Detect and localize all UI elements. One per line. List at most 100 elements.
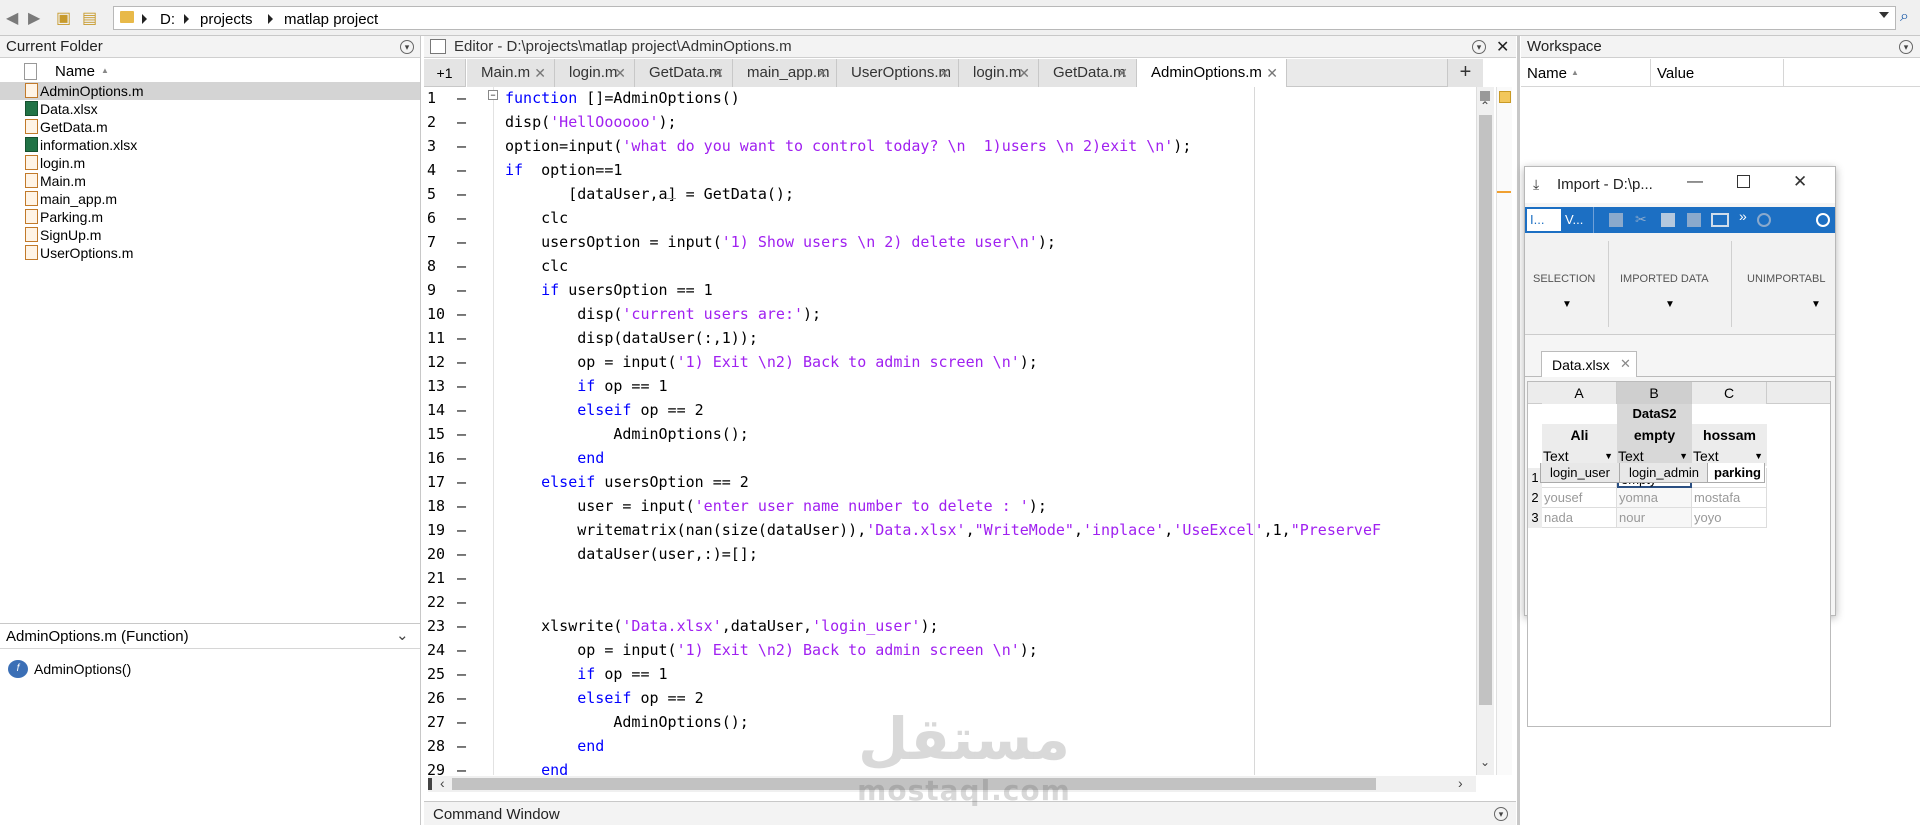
sheet-tab[interactable]: login_user bbox=[1540, 463, 1620, 483]
workspace-value-column[interactable]: Value bbox=[1657, 65, 1694, 82]
code-line[interactable]: 3 – option=input('what do you want to cont… bbox=[427, 134, 1477, 158]
breakpoint-dash[interactable]: – bbox=[457, 110, 466, 134]
breakpoint-dash[interactable]: – bbox=[457, 350, 466, 374]
code-line[interactable]: 15– AdminOptions(); bbox=[427, 422, 1477, 446]
code-line[interactable]: 2 – disp('HellOooooo'); bbox=[427, 110, 1477, 134]
breakpoint-dash[interactable]: – bbox=[457, 206, 466, 230]
code-line[interactable]: 9 – if usersOption == 1 bbox=[427, 278, 1477, 302]
scrollbar-thumb[interactable] bbox=[1479, 115, 1492, 705]
breakpoint-dash[interactable]: – bbox=[457, 134, 466, 158]
breakpoint-dash[interactable]: – bbox=[457, 662, 466, 686]
breakpoint-dash[interactable]: – bbox=[457, 566, 466, 590]
close-icon[interactable]: ✕ bbox=[1116, 59, 1128, 87]
path-field[interactable]: D: projects matlap project bbox=[113, 6, 1896, 30]
breakpoint-dash[interactable]: – bbox=[457, 518, 466, 542]
scroll-up-icon[interactable]: ⌃ bbox=[1480, 99, 1490, 113]
scroll-left-icon[interactable]: ‹ bbox=[440, 775, 445, 791]
grid-cell[interactable]: yomna bbox=[1617, 488, 1692, 508]
editor-horizontal-scrollbar[interactable]: ‹ › bbox=[428, 775, 1476, 792]
view-tab[interactable]: V... bbox=[1565, 212, 1583, 227]
name-column-header[interactable]: Name bbox=[55, 63, 95, 80]
code-line[interactable]: 23– xlswrite('Data.xlsx',dataUser,'login… bbox=[427, 614, 1477, 638]
grid-cell[interactable]: nour bbox=[1617, 508, 1692, 528]
close-icon[interactable]: ✕ bbox=[712, 59, 724, 87]
code-line[interactable]: 14– elseif op == 2 bbox=[427, 398, 1477, 422]
workspace-actions-icon[interactable]: ▾ bbox=[1899, 40, 1913, 54]
path-dropdown-icon[interactable] bbox=[1879, 12, 1889, 18]
breakpoint-dash[interactable]: – bbox=[457, 710, 466, 734]
editor-tab[interactable]: AdminOptions.m ✕ bbox=[1137, 59, 1287, 88]
breakpoint-dash[interactable]: – bbox=[457, 542, 466, 566]
code-line[interactable]: 19– writematrix(nan(size(dataUser)),'Dat… bbox=[427, 518, 1477, 542]
file-list-item[interactable]: UserOptions.m bbox=[0, 244, 420, 262]
code-line[interactable]: 12– op = input('1) Exit \n2) Back to adm… bbox=[427, 350, 1477, 374]
unimportable-expand-icon[interactable]: ▼ bbox=[1811, 299, 1821, 310]
editor-vertical-scrollbar[interactable]: ⌃ ⌄ bbox=[1476, 87, 1494, 775]
code-line[interactable]: 18– user = input('enter user name number… bbox=[427, 494, 1477, 518]
add-tab-button[interactable]: + bbox=[1447, 59, 1483, 87]
code-line[interactable]: 10– disp('current users are:'); bbox=[427, 302, 1477, 326]
file-list-item[interactable]: GetData.m bbox=[0, 118, 420, 136]
save-icon[interactable] bbox=[1609, 213, 1623, 227]
tabs-overflow-button[interactable]: +1 bbox=[424, 59, 466, 87]
code-line[interactable]: 17– elseif usersOption == 2 bbox=[427, 470, 1477, 494]
file-list-item[interactable]: information.xlsx bbox=[0, 136, 420, 154]
code-line[interactable]: 7 – usersOption = input('1) Show users \n… bbox=[427, 230, 1477, 254]
function-name[interactable]: AdminOptions() bbox=[34, 661, 131, 677]
panel-actions-icon[interactable]: ▾ bbox=[400, 40, 414, 54]
file-list-item[interactable]: Data.xlsx bbox=[0, 100, 420, 118]
cut-icon[interactable]: ✂ bbox=[1635, 211, 1647, 228]
column-header-c[interactable]: C bbox=[1692, 382, 1767, 404]
grid-cell[interactable]: nada bbox=[1542, 508, 1617, 528]
close-icon[interactable]: ✕ bbox=[1620, 356, 1631, 372]
breakpoint-dash[interactable]: – bbox=[457, 182, 466, 206]
close-icon[interactable]: ✕ bbox=[1793, 172, 1807, 192]
breakpoint-dash[interactable]: – bbox=[457, 86, 466, 110]
breakpoint-dash[interactable]: – bbox=[457, 422, 466, 446]
editor-tab[interactable]: main_app.m ✕ bbox=[733, 59, 837, 87]
horizontal-scrollbar-thumb[interactable] bbox=[452, 778, 1376, 790]
breakpoint-dash[interactable]: – bbox=[457, 590, 466, 614]
close-icon[interactable]: ✕ bbox=[816, 59, 828, 87]
file-tab-data-xlsx[interactable]: Data.xlsx ✕ bbox=[1541, 351, 1637, 377]
chevron-down-icon[interactable]: ⌄ bbox=[396, 626, 409, 644]
close-icon[interactable]: ✕ bbox=[534, 59, 546, 87]
breakpoint-dash[interactable]: – bbox=[457, 230, 466, 254]
sheet-tab[interactable]: login_admin bbox=[1619, 463, 1709, 483]
code-line[interactable]: 20– dataUser(user,:)=[]; bbox=[427, 542, 1477, 566]
file-list-item[interactable]: SignUp.m bbox=[0, 226, 420, 244]
code-line[interactable]: 24– op = input('1) Exit \n2) Back to adm… bbox=[427, 638, 1477, 662]
file-list-item[interactable]: login.m bbox=[0, 154, 420, 172]
code-line[interactable]: 4 – if option==1 bbox=[427, 158, 1477, 182]
print-icon[interactable] bbox=[1711, 213, 1729, 227]
breakpoint-dash[interactable]: – bbox=[457, 638, 466, 662]
panel-splitter[interactable] bbox=[1517, 36, 1520, 825]
breakpoint-dash[interactable]: – bbox=[457, 614, 466, 638]
editor-tab[interactable]: GetData.m ✕ bbox=[635, 59, 733, 87]
file-list-item[interactable]: AdminOptions.m bbox=[0, 82, 420, 100]
code-line[interactable]: 25– if op == 1 bbox=[427, 662, 1477, 686]
close-icon[interactable]: ✕ bbox=[614, 59, 626, 87]
imported-data-expand-icon[interactable]: ▼ bbox=[1665, 299, 1675, 310]
breakpoint-dash[interactable]: – bbox=[457, 494, 466, 518]
breakpoint-dash[interactable]: – bbox=[457, 374, 466, 398]
toolstrip-menu-icon[interactable] bbox=[1816, 213, 1830, 227]
minimize-icon[interactable]: — bbox=[1687, 173, 1703, 191]
command-window-actions-icon[interactable]: ▾ bbox=[1494, 807, 1508, 821]
paste-icon[interactable] bbox=[1687, 213, 1701, 227]
code-line[interactable]: 27– AdminOptions(); bbox=[427, 710, 1477, 734]
breakpoint-dash[interactable]: – bbox=[457, 326, 466, 350]
variable-name-cell[interactable]: Ali bbox=[1542, 424, 1617, 446]
sheet-tab[interactable]: parking bbox=[1707, 463, 1765, 483]
editor-tab[interactable]: GetData.m ✕ bbox=[1039, 59, 1137, 87]
breakpoint-dash[interactable]: – bbox=[457, 470, 466, 494]
code-line[interactable]: 5 – [dataUser,a] = GetData(); bbox=[427, 182, 1477, 206]
analyzer-warning-icon[interactable] bbox=[1499, 91, 1511, 103]
analyzer-warning-marker[interactable] bbox=[1497, 191, 1511, 193]
breakpoint-dash[interactable]: – bbox=[457, 734, 466, 758]
copy-icon[interactable] bbox=[1661, 213, 1675, 227]
column-header-a[interactable]: A bbox=[1542, 382, 1617, 404]
breakpoint-dash[interactable]: – bbox=[457, 302, 466, 326]
breakpoint-dash[interactable]: – bbox=[457, 398, 466, 422]
workspace-name-column[interactable]: Name bbox=[1527, 65, 1567, 82]
